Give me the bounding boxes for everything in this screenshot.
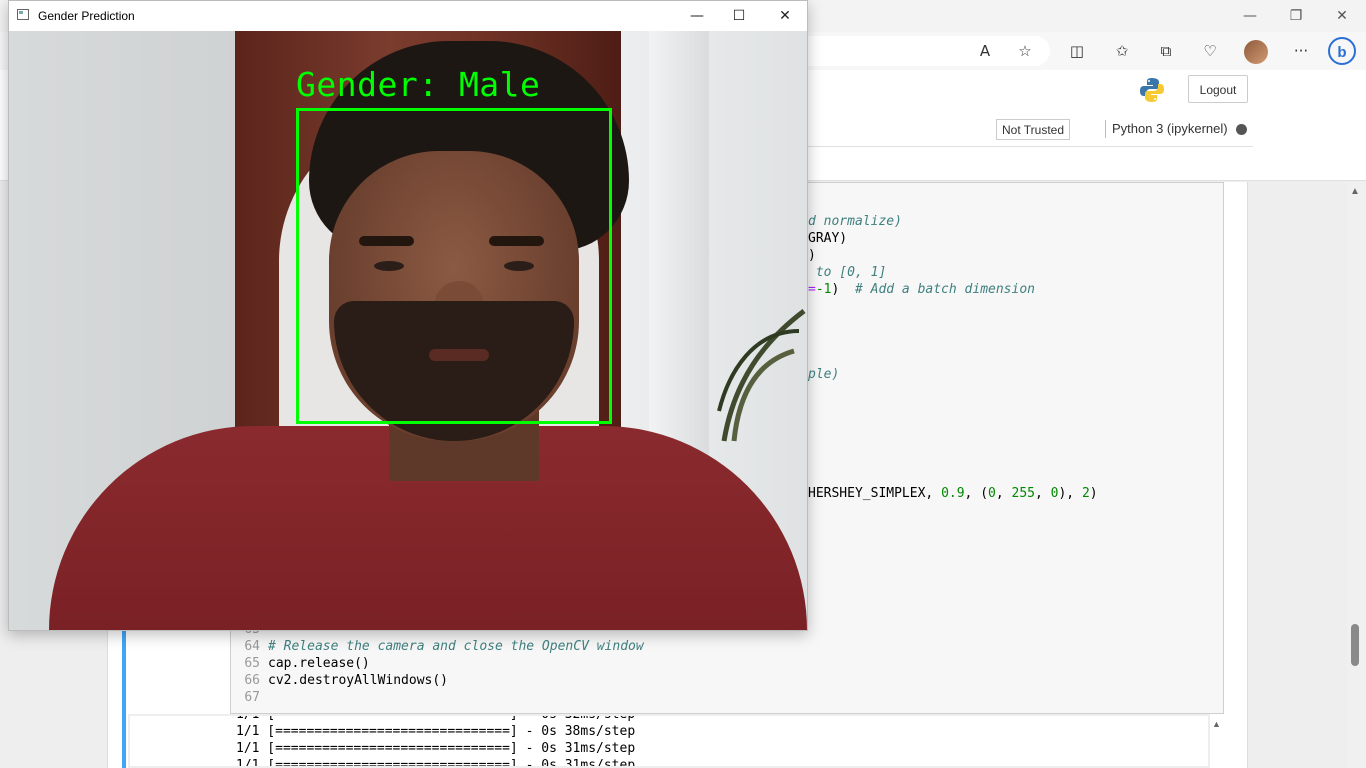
code-token: # Add a batch dimension [854, 282, 1035, 297]
python-logo-icon [1140, 78, 1164, 102]
opencv-titlebar[interactable]: Gender Prediction — ☐ ✕ [9, 1, 807, 31]
code-fragment: d normalize) [808, 214, 902, 229]
window-minimize-button[interactable]: — [687, 6, 707, 26]
favorites-icon[interactable]: ✩ [1111, 40, 1133, 62]
favorite-star-icon[interactable]: ☆ [1014, 40, 1036, 62]
code-token: 0.9 [941, 486, 965, 501]
code-line: cv2.destroyAllWindows() [268, 673, 449, 688]
code-token: ) [831, 282, 855, 297]
code-token: ), [1058, 486, 1082, 501]
not-trusted-button[interactable]: Not Trusted [996, 119, 1070, 140]
code-line: # Release the camera and close the OpenC… [268, 639, 644, 654]
line-number: 64 [244, 639, 260, 654]
kernel-status-icon [1236, 124, 1247, 135]
code-token: ) [1089, 486, 1098, 501]
code-token: , [1035, 486, 1051, 501]
code-token: -1 [815, 282, 832, 297]
logout-button[interactable]: Logout [1188, 75, 1248, 103]
face-detection-box [296, 108, 612, 424]
line-number: 65 [244, 656, 260, 671]
code-fragment: HERSHEY_SIMPLEX, 0.9, (0, 255, 0), 2) [808, 486, 1098, 501]
gender-prediction-label: Gender: Male [296, 65, 541, 104]
kernel-underline [808, 146, 1253, 147]
code-fragment: ) [808, 248, 816, 263]
code-token: , [995, 486, 1012, 501]
more-icon[interactable]: ··· [1290, 40, 1312, 62]
cell-output[interactable]: 1/1 [==============================] - 0… [128, 714, 1210, 768]
scroll-up-icon[interactable]: ▲ [1350, 186, 1360, 197]
collections-icon[interactable]: ⧉ [1155, 40, 1177, 62]
split-screen-icon[interactable]: ◫ [1066, 40, 1088, 62]
code-fragment: to [0, 1] [808, 265, 887, 280]
kernel-name[interactable]: Python 3 (ipykernel) [1112, 121, 1228, 136]
code-token: 2 [1081, 486, 1090, 501]
output-line: 1/1 [==============================] - 0… [236, 714, 636, 722]
code-fragment: GRAY) [808, 231, 848, 246]
window-app-icon [17, 9, 29, 20]
plant-image [717, 309, 806, 442]
window-title: Gender Prediction [38, 9, 135, 23]
code-fragment: =-1) # Add a batch dimension [808, 282, 1035, 297]
browser-minimize-button[interactable]: — [1240, 6, 1260, 26]
page-scrollbar[interactable] [1347, 182, 1366, 768]
line-number: 67 [244, 690, 260, 705]
browser-close-button[interactable]: ✕ [1332, 6, 1352, 26]
output-line: 1/1 [==============================] - 0… [236, 758, 636, 768]
read-aloud-icon[interactable]: A [974, 40, 996, 62]
opencv-window[interactable]: Gender Prediction — ☐ ✕ Gender: Male [8, 0, 808, 631]
code-token: , ( [964, 486, 989, 501]
camera-frame: Gender: Male [9, 31, 807, 630]
output-line: 1/1 [==============================] - 0… [236, 741, 636, 756]
cell-selection-bar [122, 630, 126, 768]
browser-restore-button[interactable]: ❐ [1286, 6, 1306, 26]
code-token: = [808, 282, 816, 297]
code-line: cap.release() [268, 656, 370, 671]
code-token: 255 [1011, 486, 1035, 501]
window-maximize-button[interactable]: ☐ [729, 6, 749, 26]
health-icon[interactable]: ♡ [1199, 40, 1221, 62]
profile-avatar[interactable] [1244, 40, 1268, 64]
scroll-thumb[interactable] [1351, 624, 1359, 666]
kernel-divider [1105, 120, 1106, 138]
code-fragment: ple) [808, 367, 840, 382]
window-close-button[interactable]: ✕ [775, 6, 795, 26]
code-token: HERSHEY_SIMPLEX, [808, 486, 942, 501]
output-line: 1/1 [==============================] - 0… [236, 724, 636, 739]
output-scroll-up-icon[interactable]: ▲ [1212, 719, 1221, 729]
line-number: 66 [244, 673, 260, 688]
background-pillar [649, 31, 709, 501]
code-token: 0 [988, 486, 996, 501]
bing-icon[interactable]: b [1328, 37, 1356, 65]
